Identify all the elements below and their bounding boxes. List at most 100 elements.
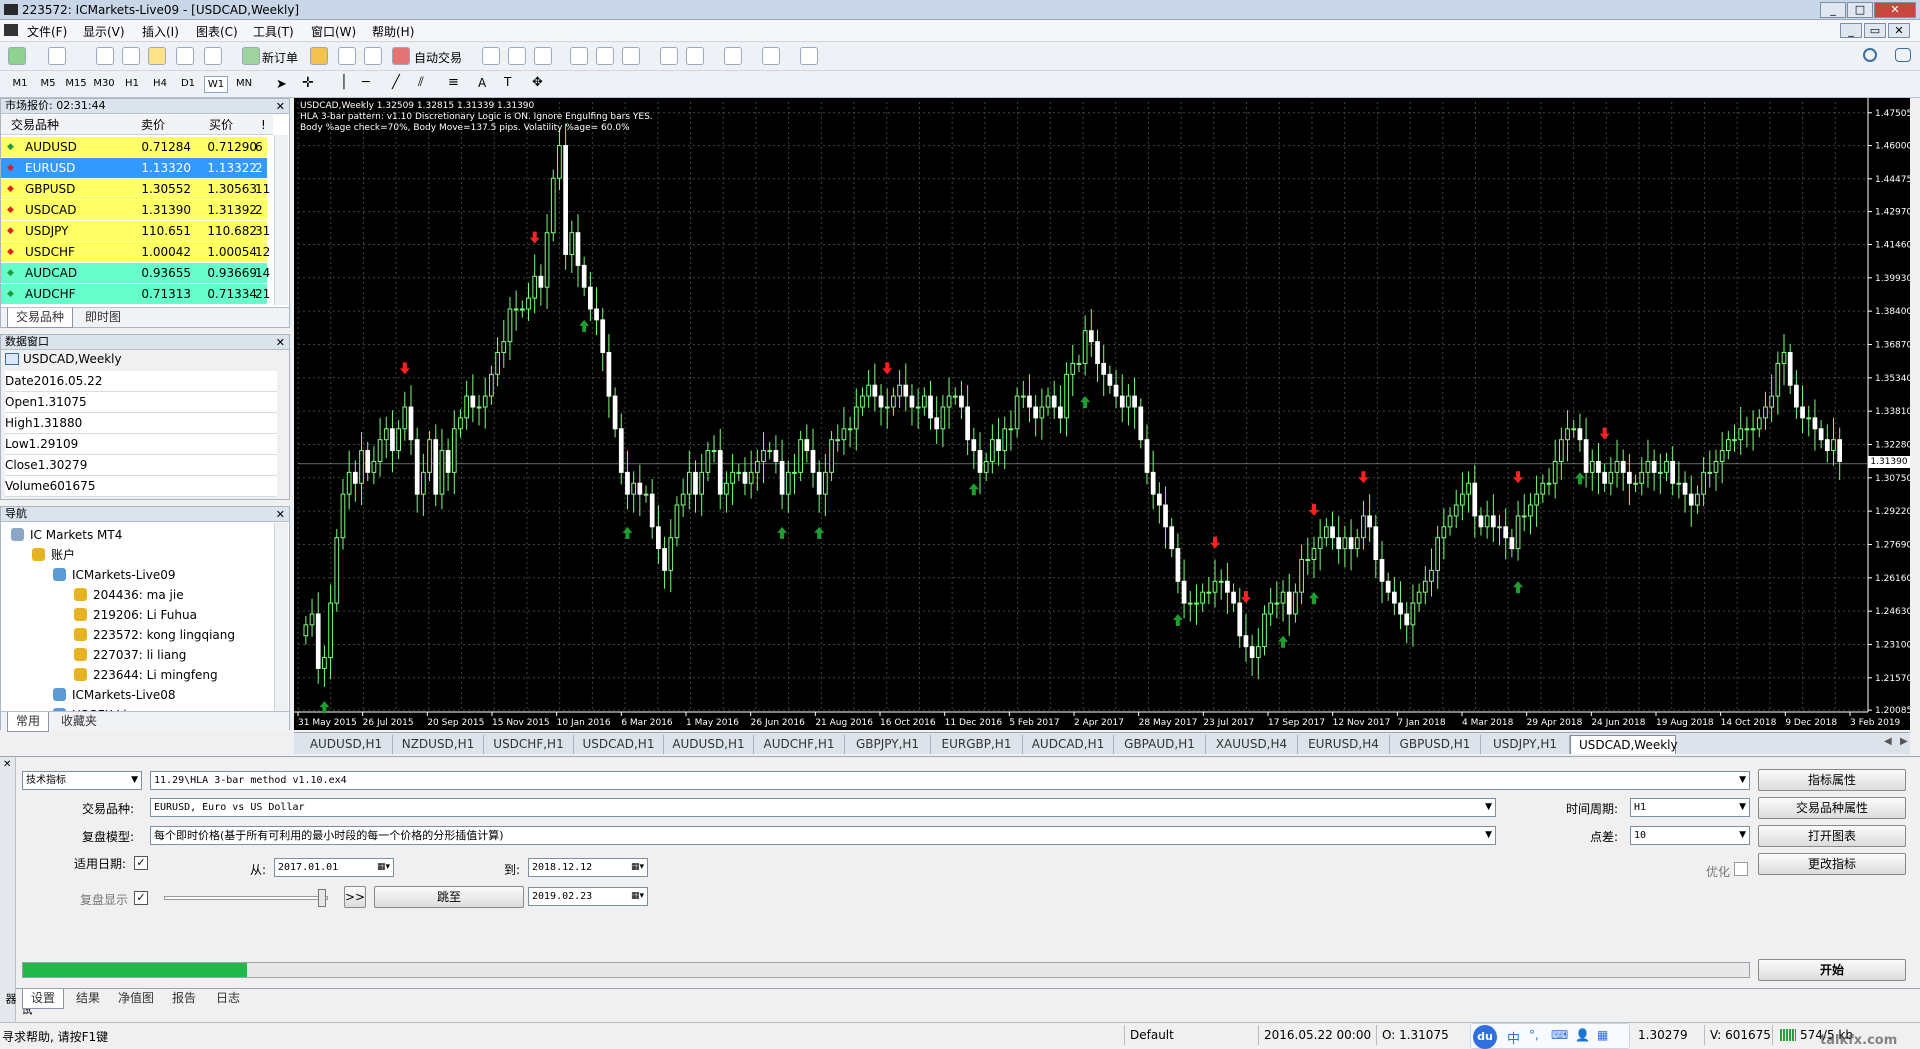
period-select[interactable]: H1 ▼	[1630, 798, 1750, 817]
tab-report[interactable]: 报告	[164, 989, 204, 1009]
periods-icon[interactable]	[762, 47, 780, 65]
modify-indicator-button[interactable]: 更改指标	[1758, 853, 1906, 875]
tabs-scroll-right-icon[interactable]: ▶	[1900, 736, 1908, 747]
menu-file[interactable]: 文件(F)	[27, 23, 67, 40]
navigator-item[interactable]: 227037: li liang	[74, 645, 186, 665]
chat-icon[interactable]	[1895, 48, 1911, 62]
child-close-button[interactable]: ✕	[1888, 23, 1910, 38]
chart-shift-icon[interactable]	[686, 47, 704, 65]
tf-mn[interactable]: MN	[232, 76, 256, 93]
fibonacci-icon[interactable]: ≡	[448, 75, 459, 90]
tab-tick-chart[interactable]: 即时图	[77, 308, 129, 328]
indicators-icon[interactable]	[724, 47, 742, 65]
navigator-icon[interactable]	[148, 47, 166, 65]
shapes-icon[interactable]: ✥	[532, 75, 543, 90]
chart-tab[interactable]: GBPJPY,H1	[845, 735, 931, 754]
skip-date-input[interactable]: 2019.02.23 ▦▾	[528, 887, 648, 906]
close-button[interactable]: ✕	[1874, 2, 1916, 18]
candlestick-icon[interactable]	[508, 47, 526, 65]
child-restore-button[interactable]: ▭	[1864, 23, 1886, 38]
symbol-properties-button[interactable]: 交易品种属性	[1758, 797, 1906, 819]
speed-slider-track[interactable]	[164, 896, 328, 900]
chart-canvas[interactable]: 1.47505 1.46000 1.44475 1.42970 1.41460 1.399…	[294, 98, 1910, 730]
indicator-select[interactable]: 11.29\HLA 3-bar method v1.10.ex4 ▼	[150, 771, 1750, 790]
tab-settings[interactable]: 设置	[22, 989, 65, 1009]
col-symbol[interactable]: 交易品种	[11, 115, 59, 135]
menu-help[interactable]: 帮助(H)	[372, 23, 414, 40]
skip-to-button[interactable]: 跳至	[374, 886, 524, 908]
chart-tab[interactable]: GBPAUD,H1	[1114, 735, 1206, 754]
navigator-item[interactable]: 204436: ma jie	[74, 585, 184, 605]
speed-slider-thumb[interactable]	[318, 889, 326, 907]
open-chart-button[interactable]: 打开图表	[1758, 825, 1906, 847]
price-chart[interactable]: 1.47505 1.46000 1.44475 1.42970 1.41460 1.399…	[294, 98, 1910, 730]
visual-mode-checkbox[interactable]: ✓	[134, 891, 148, 905]
tf-w1[interactable]: W1	[204, 76, 228, 93]
ime-language-icon[interactable]: 中	[1507, 1028, 1520, 1047]
from-date-input[interactable]: 2017.01.01 ▦▾	[274, 858, 394, 877]
navigator-item[interactable]: 223644: Li mingfeng	[74, 665, 218, 685]
text-label-icon[interactable]: T	[504, 75, 511, 89]
market-watch-row[interactable]: ◆ GBPUSD 1.30552 1.30563 11	[1, 179, 270, 200]
child-minimize-button[interactable]: _	[1840, 23, 1862, 38]
community-icon[interactable]	[338, 47, 356, 65]
maximize-button[interactable]: □	[1847, 2, 1873, 18]
market-watch-row[interactable]: ◆ USDCAD 1.31390 1.31392 2	[1, 200, 267, 221]
chart-tab[interactable]: AUDUSD,H1	[664, 735, 754, 754]
chart-tab[interactable]: AUDCAD,H1	[1023, 735, 1114, 754]
indicator-properties-button[interactable]: 指标属性	[1758, 769, 1906, 791]
chart-tab[interactable]: NZDUSD,H1	[393, 735, 484, 754]
use-date-checkbox[interactable]: ✓	[134, 856, 148, 870]
navigator-item[interactable]: IC Markets MT4	[11, 525, 122, 545]
channel-icon[interactable]: ⫽	[418, 75, 424, 90]
close-icon[interactable]: ✕	[276, 100, 285, 113]
navigator-scrollbar[interactable]	[274, 523, 288, 711]
close-icon[interactable]: ✕	[276, 508, 285, 521]
tf-m30[interactable]: M30	[92, 76, 116, 93]
market-watch-row[interactable]: ◆ AUDCHF 0.71313 0.71334 21	[1, 284, 270, 305]
model-select[interactable]: 每个即时价格(基于所有可利用的最小时段的每一个价格的分形插值计算) ▼	[150, 826, 1496, 845]
search-icon[interactable]	[1863, 48, 1877, 62]
market-watch-scrollbar[interactable]	[274, 135, 288, 305]
col-bid[interactable]: 卖价	[141, 115, 165, 135]
chart-tab[interactable]: EURUSD,H4	[1298, 735, 1390, 754]
calendar-icon[interactable]: ▦▾	[631, 888, 644, 905]
calendar-icon[interactable]: ▦▾	[377, 859, 390, 876]
symbol-select[interactable]: EURUSD, Euro vs US Dollar ▼	[150, 798, 1496, 817]
terminal-icon[interactable]	[176, 47, 194, 65]
menu-window[interactable]: 窗口(W)	[311, 23, 356, 40]
tab-results[interactable]: 结果	[68, 989, 108, 1009]
metaeditor-icon[interactable]	[310, 47, 328, 65]
tf-h1[interactable]: H1	[120, 76, 144, 93]
tf-h4[interactable]: H4	[148, 76, 172, 93]
chart-tab[interactable]: USDCHF,H1	[484, 735, 574, 754]
navigator-item[interactable]: ICMarkets-Live08	[53, 685, 176, 705]
optimize-checkbox[interactable]	[1734, 862, 1748, 876]
chart-tab[interactable]: AUDUSD,H1	[300, 735, 393, 754]
tab-favorites[interactable]: 收藏夹	[53, 712, 105, 732]
zoom-out-icon[interactable]	[596, 47, 614, 65]
navigator-item[interactable]: ICMarkets-Live09	[53, 565, 176, 585]
new-order-button[interactable]: 新订单	[262, 49, 298, 66]
crosshair-icon[interactable]: ✛	[302, 75, 314, 91]
chart-tab[interactable]: GBPUSD,H1	[1390, 735, 1481, 754]
market-watch-icon[interactable]	[96, 47, 114, 65]
ime-punctuation-icon[interactable]: °,	[1529, 1028, 1539, 1042]
menu-charts[interactable]: 图表(C)	[196, 23, 238, 40]
market-watch-row[interactable]: ◆ AUDCAD 0.93655 0.93669 14	[1, 263, 270, 284]
chart-tab[interactable]: USDCAD,H1	[574, 735, 664, 754]
profiles-icon[interactable]	[48, 47, 66, 65]
fast-forward-button[interactable]: >>	[344, 886, 366, 908]
new-chart-icon[interactable]	[8, 47, 26, 65]
tab-journal[interactable]: 日志	[208, 989, 248, 1009]
col-spread[interactable]: !	[261, 115, 266, 135]
trendline-icon[interactable]: ╱	[392, 75, 400, 90]
vertical-line-icon[interactable]: │	[340, 75, 348, 90]
market-watch-row[interactable]: ◆ USDCHF 1.00042 1.00054 12	[1, 242, 270, 263]
close-icon[interactable]: ✕	[276, 336, 285, 349]
text-icon[interactable]: A	[478, 76, 486, 90]
navigator-item[interactable]: 223572: kong lingqiang	[74, 625, 235, 645]
tf-m5[interactable]: M5	[36, 76, 60, 93]
col-ask[interactable]: 买价	[209, 115, 233, 135]
menu-view[interactable]: 显示(V)	[83, 23, 125, 40]
